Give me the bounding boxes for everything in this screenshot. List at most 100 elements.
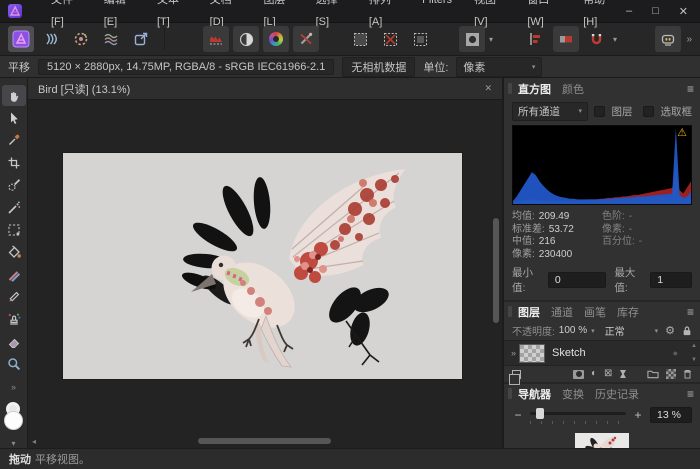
- gear-icon[interactable]: ⚙: [665, 324, 675, 337]
- minimize-button[interactable]: –: [626, 5, 632, 18]
- tab-colour[interactable]: 颜色: [562, 81, 584, 97]
- tool-flood-select[interactable]: [2, 197, 26, 218]
- fill-color-swatch[interactable]: [4, 411, 23, 430]
- lock-icon[interactable]: [682, 325, 692, 336]
- scroll-left-arrow-icon[interactable]: ◂: [32, 437, 36, 446]
- select-all-button[interactable]: [347, 26, 373, 52]
- tool-clone-stamp[interactable]: [2, 309, 26, 330]
- marquee-checkbox[interactable]: [643, 106, 654, 117]
- zoom-out-button[interactable]: −: [512, 408, 524, 422]
- liquify-persona-button[interactable]: [38, 26, 64, 52]
- panel-grip-handle[interactable]: [508, 83, 512, 94]
- tool-color-picker[interactable]: [2, 130, 26, 151]
- percentile-label: 百分位:: [602, 236, 635, 249]
- duplicate-layer-icon[interactable]: [512, 370, 521, 379]
- layer-expand-icon[interactable]: »: [511, 348, 516, 358]
- tool-flood-fill[interactable]: [2, 242, 26, 263]
- insert-behind-button[interactable]: [553, 26, 579, 52]
- layer-row-sketch[interactable]: » Sketch ● ▲▼: [504, 340, 700, 366]
- panel-menu-icon[interactable]: ≡: [687, 387, 694, 401]
- toolbar-overflow-button[interactable]: »: [686, 34, 692, 45]
- close-button[interactable]: ✕: [679, 5, 688, 18]
- vertical-scrollbar[interactable]: [493, 218, 499, 323]
- chevron-down-icon[interactable]: ▾: [591, 327, 595, 335]
- layer-effects-icon[interactable]: ⊠: [604, 369, 612, 379]
- quick-mask-button[interactable]: [459, 26, 485, 52]
- quick-mask-dropdown-chevron[interactable]: ▾: [489, 35, 493, 44]
- layer-thumbnail[interactable]: [519, 344, 545, 363]
- tool-pencil[interactable]: [2, 286, 26, 307]
- tool-move[interactable]: [2, 107, 26, 128]
- opacity-value[interactable]: 100 %: [559, 325, 587, 336]
- color-swatches[interactable]: [2, 402, 26, 433]
- panel-grip-handle[interactable]: [508, 388, 512, 399]
- maximize-button[interactable]: □: [652, 5, 659, 18]
- tool-blur[interactable]: [2, 354, 26, 375]
- layer-visibility-dot[interactable]: ●: [673, 348, 678, 358]
- tool-pan[interactable]: [2, 85, 26, 106]
- horizontal-scrollbar-thumb[interactable]: [198, 438, 331, 444]
- tool-marquee[interactable]: [2, 219, 26, 240]
- horizontal-scrollbar[interactable]: ◂: [32, 437, 492, 446]
- tool-erase[interactable]: [2, 331, 26, 352]
- auto-levels-button[interactable]: [203, 26, 229, 52]
- cursor-icon: [6, 110, 22, 126]
- document-tab[interactable]: Bird [只读] (13.1%): [38, 81, 130, 97]
- max-input[interactable]: 1: [650, 272, 692, 288]
- new-pixel-layer-icon[interactable]: [666, 369, 676, 379]
- tool-crop[interactable]: [2, 152, 26, 173]
- tab-layers[interactable]: 图层: [518, 304, 540, 320]
- assistant-button[interactable]: [655, 26, 681, 52]
- panel-menu-icon[interactable]: ≡: [687, 82, 694, 96]
- tab-history[interactable]: 历史记录: [595, 386, 639, 402]
- panel-grip-handle[interactable]: [508, 306, 512, 317]
- zoom-slider-thumb[interactable]: [536, 408, 544, 419]
- auto-contrast-button[interactable]: [233, 26, 259, 52]
- tab-stock[interactable]: 库存: [617, 304, 639, 320]
- swatches-chevron-icon[interactable]: ▾: [11, 439, 15, 448]
- blend-chevron-icon[interactable]: ▾: [655, 327, 659, 335]
- document-tab-close-icon[interactable]: ✕: [484, 83, 492, 94]
- channel-select[interactable]: 所有通道 ▾: [512, 102, 588, 121]
- tool-selection-brush[interactable]: [2, 175, 26, 196]
- min-input[interactable]: 0: [548, 272, 606, 288]
- tab-channels[interactable]: 通道: [551, 304, 573, 320]
- invert-selection-button[interactable]: [407, 26, 433, 52]
- mean-label: 均值:: [512, 211, 535, 224]
- zoom-slider[interactable]: [530, 408, 626, 422]
- mask-layer-icon[interactable]: [573, 370, 584, 379]
- unit-select[interactable]: 像素 ▾: [456, 57, 542, 77]
- group-folder-icon[interactable]: [647, 369, 659, 379]
- tab-histogram[interactable]: 直方图: [518, 81, 551, 97]
- document-canvas[interactable]: [63, 153, 462, 379]
- tab-navigator[interactable]: 导航器: [518, 386, 551, 402]
- auto-white-balance-button[interactable]: [293, 26, 319, 52]
- tools-overflow-button[interactable]: »: [11, 382, 16, 392]
- alignment-button[interactable]: [523, 26, 549, 52]
- develop-persona-button[interactable]: [68, 26, 94, 52]
- zoom-in-button[interactable]: +: [632, 408, 644, 422]
- crossed-brush-icon: [298, 31, 314, 47]
- auto-colour-button[interactable]: [263, 26, 289, 52]
- layer-checkbox[interactable]: [594, 106, 605, 117]
- export-persona-button[interactable]: [128, 26, 154, 52]
- layer-name[interactable]: Sketch: [552, 347, 586, 359]
- tool-mixer-brush[interactable]: [2, 264, 26, 285]
- snapping-button[interactable]: [583, 26, 609, 52]
- panel-menu-icon[interactable]: ≡: [687, 305, 694, 319]
- levels-icon: [208, 31, 224, 47]
- zoom-value-input[interactable]: 13 %: [650, 407, 692, 423]
- canvas-viewport[interactable]: ◂: [28, 100, 502, 448]
- tab-brushes[interactable]: 画笔: [584, 304, 606, 320]
- hourglass-icon[interactable]: [619, 369, 627, 379]
- photo-persona-button[interactable]: [8, 26, 34, 52]
- blend-mode-select[interactable]: 正常: [605, 323, 625, 338]
- tab-transform[interactable]: 变换: [562, 386, 584, 402]
- snapping-dropdown-chevron[interactable]: ▾: [613, 35, 617, 44]
- adjustment-layer-icon[interactable]: ◐: [591, 369, 597, 379]
- deselect-button[interactable]: [377, 26, 403, 52]
- tone-mapping-persona-button[interactable]: [98, 26, 124, 52]
- crop-icon: [6, 155, 22, 171]
- trash-icon[interactable]: [683, 369, 692, 379]
- layer-list-scroll[interactable]: ▲▼: [691, 341, 697, 365]
